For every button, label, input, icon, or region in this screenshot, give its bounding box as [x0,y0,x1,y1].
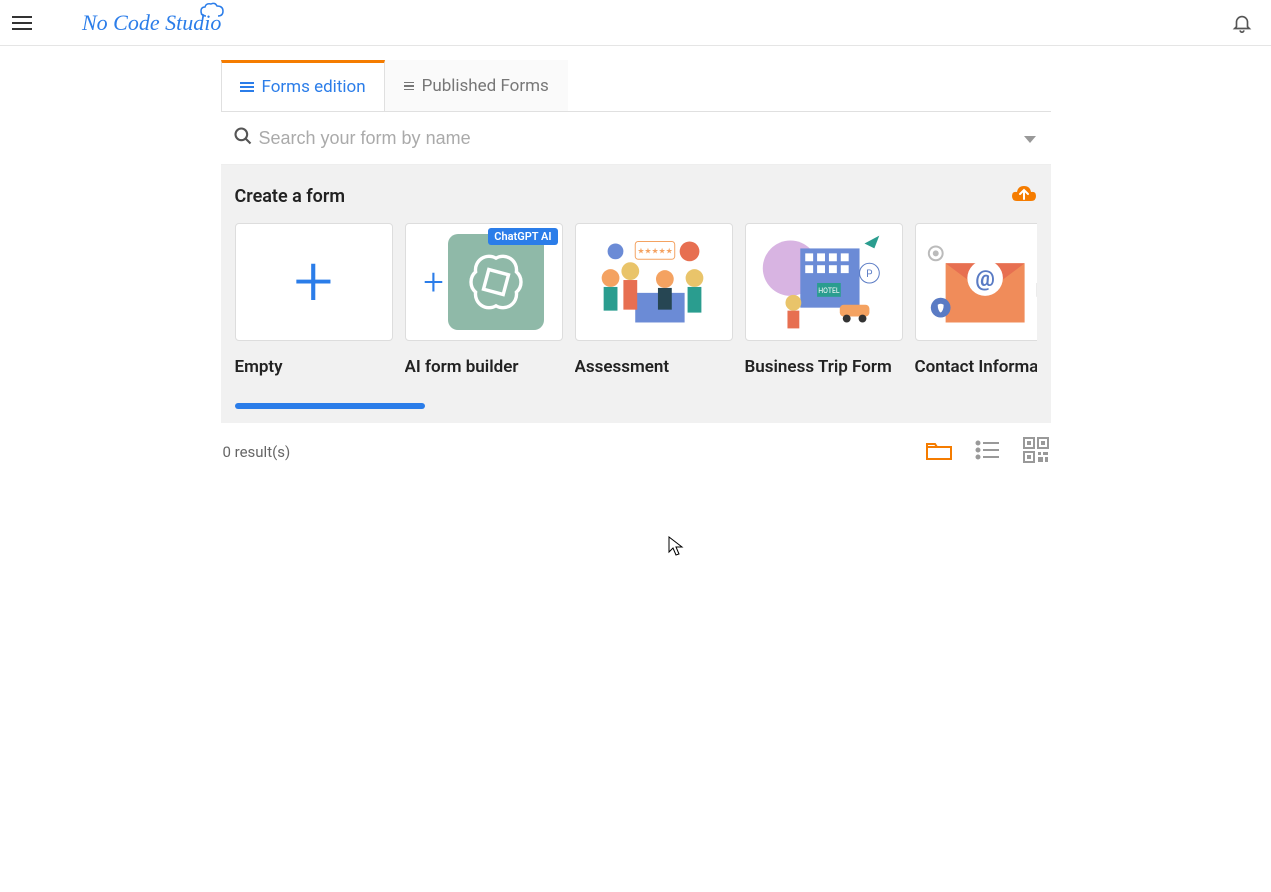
upload-button[interactable] [1011,183,1037,209]
template-label: Empty [235,357,393,377]
svg-text:P: P [866,269,872,280]
filter-dropdown[interactable] [1023,130,1037,149]
illustration: @ [916,224,1037,340]
cursor-icon [668,536,684,556]
svg-text:★★★★★: ★★★★★ [637,246,672,255]
notifications-button[interactable] [1231,12,1253,38]
chatgpt-badge: ChatGPT AI [488,228,557,245]
search-icon [233,126,253,150]
template-cards: + Empty ChatGPT AI + [235,223,1037,377]
template-label: Business Trip Form [745,357,903,377]
template-label: AI form builder [405,357,563,377]
plus-icon: + [423,261,443,303]
menu-button[interactable] [12,11,36,35]
template-assessment[interactable]: ★★★★★ Assessment [575,223,733,377]
illustration: ★★★★★ [576,224,732,340]
template-ai-form-builder[interactable]: ChatGPT AI + AI form builder [405,223,563,377]
list-icon [404,82,414,91]
template-label: Contact Information [915,357,1037,377]
logo: No Code Studio [82,10,221,36]
svg-text:@: @ [975,267,994,292]
results-count: 0 result(s) [223,443,291,461]
qr-view-button[interactable] [1023,437,1049,467]
tab-label: Forms edition [262,77,366,97]
template-scrollbar[interactable] [235,403,1037,409]
svg-text:HOTEL: HOTEL [818,287,840,295]
illustration: HOTEL P [746,224,902,340]
template-empty[interactable]: + Empty [235,223,393,377]
template-business-trip[interactable]: HOTEL P Business Trip Form [745,223,903,377]
template-label: Assessment [575,357,733,377]
search-input[interactable] [259,128,1039,149]
tab-label: Published Forms [422,76,549,96]
openai-icon [448,234,544,330]
tab-forms-edition[interactable]: Forms edition [221,60,385,111]
cloud-icon [199,2,225,18]
create-form-heading: Create a form [235,186,345,207]
plus-icon: + [294,247,334,317]
folder-view-button[interactable] [925,438,953,466]
tab-published-forms[interactable]: Published Forms [385,60,568,111]
list-view-button[interactable] [975,439,1001,465]
list-icon [240,82,254,92]
tabs: Forms edition Published Forms [221,60,1051,112]
template-contact-information[interactable]: @ Contact Information [915,223,1037,377]
